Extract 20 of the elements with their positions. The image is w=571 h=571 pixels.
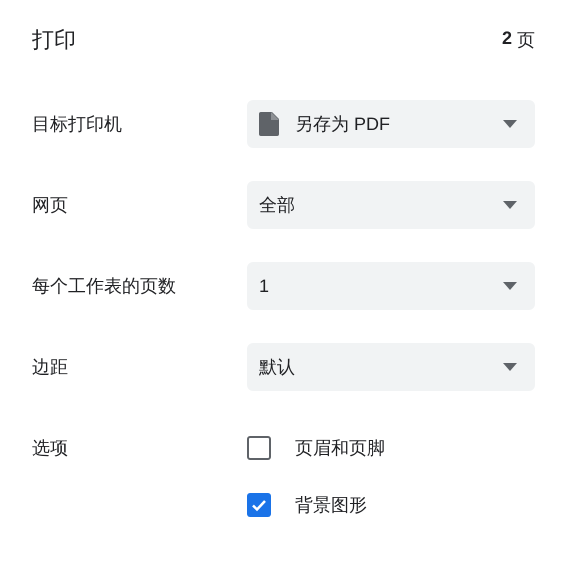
setting-label: 网页 [32, 194, 69, 217]
page-unit: 页 [517, 29, 535, 52]
setting-label: 边距 [32, 356, 69, 379]
setting-label: 目标打印机 [32, 113, 123, 136]
dropdown[interactable]: 全部 [247, 181, 535, 229]
caret-icon [503, 201, 517, 209]
checkbox[interactable] [247, 436, 271, 460]
page-count: 2 [502, 28, 512, 50]
checkbox-label[interactable]: 背景图形 [295, 493, 367, 517]
dropdown[interactable]: 1 [247, 262, 535, 310]
dialog-title: 打印 [32, 26, 76, 54]
dropdown[interactable]: 默认 [247, 343, 535, 391]
caret-icon [503, 363, 517, 371]
checkbox[interactable] [247, 493, 271, 517]
caret-icon [503, 282, 517, 290]
setting-label: 每个工作表的页数 [32, 275, 177, 298]
setting-label: 选项 [32, 437, 69, 460]
checkbox-label[interactable]: 页眉和页脚 [295, 436, 385, 460]
dropdown[interactable]: 另存为 PDF [247, 100, 535, 148]
caret-icon [503, 120, 517, 128]
